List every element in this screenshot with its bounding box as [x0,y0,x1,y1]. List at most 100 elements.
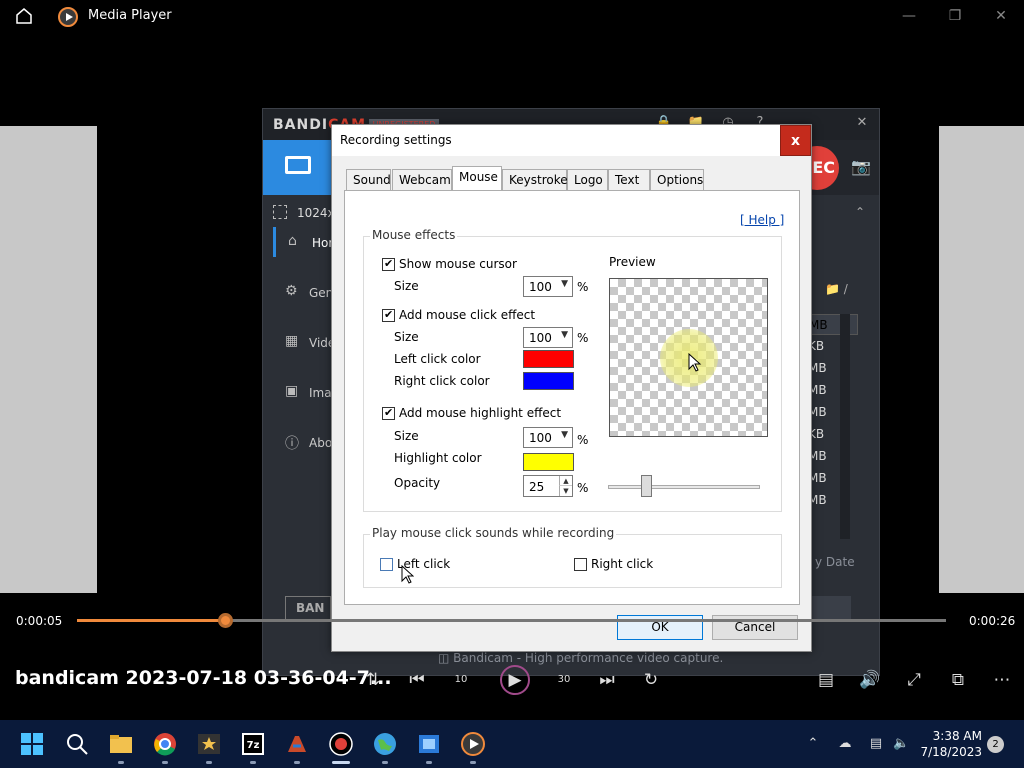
home-icon[interactable] [14,6,34,26]
list-item[interactable]: MB [808,358,836,378]
seek-bar[interactable] [77,613,946,628]
screen-mode-button[interactable] [263,140,331,195]
tab-webcam[interactable]: Webcam [392,169,452,190]
repeat-icon[interactable]: ↻ [640,669,662,691]
opacity-slider-thumb[interactable] [641,475,652,497]
list-item[interactable]: MB [808,380,836,400]
sort-by-date[interactable]: y Date [815,555,855,569]
help-link[interactable]: [ Help ] [740,213,784,227]
restore-button[interactable]: ❐ [944,6,966,26]
opacity-slider-track[interactable] [608,485,760,489]
tab-logo[interactable]: Logo [567,169,608,190]
sidebar-item-home[interactable]: ⌂ Hom [273,227,340,257]
play-button[interactable]: ▶ [500,665,530,695]
preview-label: Preview [609,255,656,269]
media-player-icon[interactable] [461,732,485,756]
spin-up-icon[interactable]: ▲ [559,476,572,486]
elapsed-time: 0:00:05 [16,614,63,628]
network-icon[interactable]: ▤ [868,736,884,752]
sidebar-item-about[interactable]: ⓘ Abo [273,427,333,457]
chevron-up-icon[interactable]: ⌃ [805,736,821,752]
skip-forward-button[interactable]: 30 [553,669,575,691]
checkbox-box [574,558,587,571]
film-icon[interactable] [417,732,441,756]
collapse-icon[interactable]: ⌃ [855,205,865,219]
tab-mouse[interactable]: Mouse [452,166,502,190]
7zip-icon[interactable]: 7z [241,732,265,756]
highlight-size-unit: % [577,433,589,447]
dialog-titlebar: Recording settings x [332,125,811,156]
list-item[interactable]: MB [808,446,836,466]
video-frame-right [939,126,1024,593]
list-item[interactable]: MB [808,402,836,422]
next-icon[interactable]: ⏭ [596,669,618,691]
media-app-icon[interactable] [197,732,221,756]
camera-icon[interactable]: 📷 [851,157,873,176]
mouse-effects-label: Mouse effects [370,228,458,242]
windows-start-icon[interactable] [20,732,44,756]
captions-icon[interactable]: ▤ [815,669,837,691]
recording-settings-dialog: Recording settings x Sound Webcam Mouse … [331,124,812,652]
list-item[interactable]: KB [808,336,836,356]
seek-thumb[interactable] [217,613,233,628]
tab-sound[interactable]: Sound [346,169,391,190]
running-indicator [250,761,256,764]
search-icon[interactable] [65,732,89,756]
opacity-label: Opacity [394,476,441,490]
tab-options[interactable]: Options [650,169,704,190]
cursor-size-unit: % [577,280,589,294]
window-title: Media Player [88,8,172,23]
media-player-app-icon [58,7,78,27]
spin-down-icon[interactable]: ▼ [559,486,572,496]
right-click-color-swatch[interactable] [523,372,574,390]
click-size-select[interactable]: 100 ▼ [523,327,573,348]
sidebar-item-video[interactable]: ▦ Vide [273,327,335,357]
cursor-size-select[interactable]: 100 ▼ [523,276,573,297]
chevron-down-icon: ▼ [561,430,568,440]
bandicam-close-icon[interactable]: ✕ [853,115,871,133]
mini-player-icon[interactable]: ⧉ [947,669,969,691]
info-icon: ⓘ [285,436,299,452]
list-item[interactable]: KB [808,424,836,444]
dialog-title: Recording settings [340,133,452,147]
volume-icon[interactable]: 🔊 [859,669,881,691]
globe-icon[interactable] [373,732,397,756]
previous-icon[interactable]: ⏮ [406,669,428,691]
home-icon: ⌂ [288,233,297,249]
skip-back-button[interactable]: 10 [450,669,472,691]
list-scrollbar[interactable] [840,314,850,539]
opacity-spinner[interactable]: 25 ▲ ▼ [523,475,573,497]
running-indicator [426,761,432,764]
tab-text[interactable]: Text [608,169,650,190]
file-explorer-icon[interactable] [109,732,133,756]
minimize-button[interactable]: — [898,6,920,26]
highlight-color-swatch[interactable] [523,453,574,471]
seek-progress [77,619,225,622]
folder-path[interactable]: 📁 / [825,282,848,296]
sidebar-item-image[interactable]: ▣ Ima [273,377,333,407]
bandicam-record-icon[interactable] [329,732,353,756]
click-size-label: Size [394,330,419,344]
sidebar-item-general[interactable]: ⚙ Gen [273,277,333,307]
svg-text:7z: 7z [247,740,260,751]
dialog-close-button[interactable]: x [780,125,811,156]
left-click-color-swatch[interactable] [523,350,574,368]
highlight-size-select[interactable]: 100 ▼ [523,427,573,448]
cloud-off-icon[interactable]: ☁ [837,736,853,752]
tab-keystroke[interactable]: Keystroke [502,169,568,190]
taskbar: 7z ⌃ ☁ ▤ 🔈 3:38 AM 7/18/2023 2 [0,720,1024,768]
volume-tray-icon[interactable]: 🔈 [893,736,909,752]
list-item[interactable]: MB [808,490,836,510]
clock[interactable]: 3:38 AM 7/18/2023 [920,728,982,760]
more-options-icon[interactable]: ⋯ [991,669,1013,691]
shuffle-icon[interactable]: ⇅ [362,669,384,691]
fullscreen-icon[interactable]: ⤢ [903,669,925,691]
chrome-icon[interactable] [153,732,177,756]
list-item[interactable]: MB [808,314,858,335]
opacity-unit: % [577,481,589,495]
paint-icon[interactable] [285,732,309,756]
list-item[interactable]: MB [808,468,836,488]
left-click-color-label: Left click color [394,352,481,366]
notification-badge[interactable]: 2 [987,736,1004,753]
close-window-button[interactable]: ✕ [990,6,1012,26]
